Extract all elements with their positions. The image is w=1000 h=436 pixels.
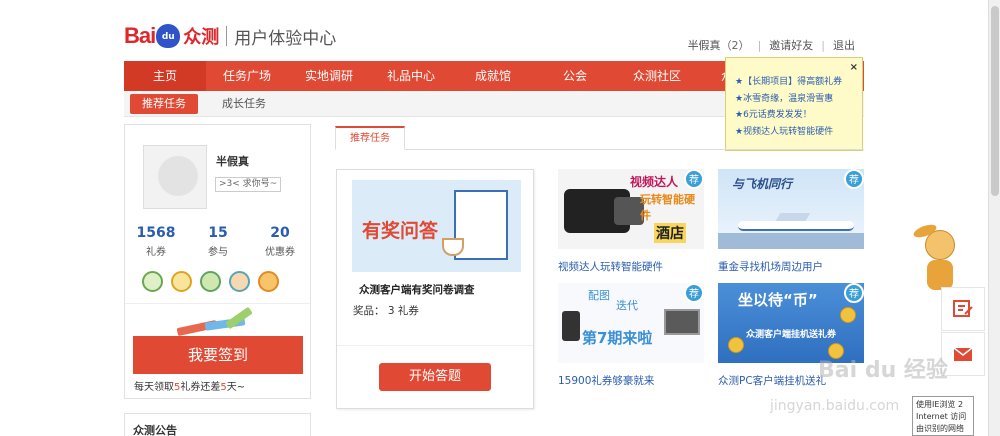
stat-coupons[interactable]: 1568 礼券 bbox=[125, 225, 187, 258]
divider: | bbox=[757, 38, 762, 52]
subnav-growth-tasks[interactable]: 成长任务 bbox=[222, 94, 266, 114]
coin-icon bbox=[840, 307, 856, 323]
stat-label: 参与 bbox=[208, 247, 228, 258]
nav-home[interactable]: 主页 bbox=[124, 61, 206, 91]
stat-label: 礼券 bbox=[146, 247, 166, 258]
logo-divider bbox=[226, 26, 228, 46]
badge-row bbox=[142, 271, 279, 292]
bottle-badge-icon[interactable] bbox=[171, 271, 192, 292]
user-name-link[interactable]: 半假真（2） bbox=[688, 37, 750, 53]
task-card[interactable]: 视频达人 玩转智能硬件 酒店 荐 视频达人玩转智能硬件 bbox=[558, 169, 704, 274]
task-card[interactable]: 配图 迭代 第7期来啦 荐 15900礼券够豪就来 bbox=[558, 283, 704, 388]
nav-achievements[interactable]: 成就馆 bbox=[452, 61, 534, 91]
task-card-image[interactable]: 视频达人 玩转智能硬件 酒店 荐 bbox=[558, 169, 704, 249]
divider bbox=[337, 345, 533, 346]
featured-task-image[interactable]: 有奖问答 bbox=[352, 180, 521, 272]
popup-link-2[interactable]: ★冰雪奇缘，温泉滑雪惠 bbox=[735, 91, 856, 108]
mail-icon bbox=[953, 346, 973, 361]
top-links: 半假真（2） | 邀请好友 | 退出 bbox=[688, 37, 855, 53]
logout-link[interactable]: 退出 bbox=[833, 37, 855, 53]
profile-name[interactable]: 半假真 bbox=[216, 153, 249, 169]
scrollbar-thumb[interactable] bbox=[991, 6, 999, 196]
sign-in-area: 我要签到 每天领取5礼券还差5天~ bbox=[125, 303, 310, 398]
bowl-badge-icon[interactable] bbox=[200, 271, 221, 292]
stat-participation[interactable]: 15 参与 bbox=[187, 225, 249, 258]
nav-gift-center[interactable]: 礼品中心 bbox=[370, 61, 452, 91]
divider: | bbox=[821, 38, 825, 52]
featured-task-prize: 奖品： 3 礼券 bbox=[353, 305, 419, 317]
baidu-paw-icon: du bbox=[156, 24, 181, 48]
invite-friends-link[interactable]: 邀请好友 bbox=[769, 37, 813, 53]
content-tabbar: 推荐任务 bbox=[335, 126, 864, 150]
city-skyline-icon bbox=[718, 233, 864, 249]
featured-task-title[interactable]: 众测客户端有奖问卷调查 bbox=[359, 282, 475, 297]
task-card-image[interactable]: 坐以待“币” 众测客户端挂机送礼券 荐 bbox=[718, 283, 864, 363]
recommended-badge-icon: 荐 bbox=[684, 169, 704, 189]
site-subtitle: 用户体验中心 bbox=[234, 28, 337, 49]
task-card-caption[interactable]: 视频达人玩转智能硬件 bbox=[558, 259, 704, 274]
stat-value: 1568 bbox=[136, 225, 176, 241]
nav-field-research[interactable]: 实地调研 bbox=[288, 61, 370, 91]
logo-zhongce-text: 众测 bbox=[183, 27, 220, 48]
coffee-cup-icon bbox=[442, 238, 464, 256]
notice-panel: 众测公告 bbox=[124, 413, 311, 436]
ie-status-tooltip: 使用IE浏览 2 Internet 访问 由识别的网络 bbox=[912, 396, 974, 436]
stat-discount-coupons[interactable]: 20 优惠券 bbox=[249, 225, 311, 258]
baidu-jingyan-watermark: Bai du 经验 bbox=[818, 358, 948, 383]
phone-icon bbox=[562, 311, 580, 341]
recommended-badge-icon: 荐 bbox=[844, 169, 864, 189]
flag-badge-icon[interactable] bbox=[142, 271, 163, 292]
baidu-zhongce-logo[interactable]: Bai du 众测 用户体验中心 bbox=[124, 20, 336, 52]
logo-bai-text: Bai bbox=[124, 23, 156, 48]
watermark-url: jingyan.baidu.com bbox=[770, 398, 900, 414]
monitor-icon bbox=[664, 309, 700, 335]
avatar[interactable] bbox=[143, 145, 207, 209]
task-card-caption[interactable]: 重金寻找机场周边用户 bbox=[718, 259, 864, 274]
nav-guild[interactable]: 公会 bbox=[534, 61, 616, 91]
popup-link-1[interactable]: ★【长期项目】得高额礼券 bbox=[735, 74, 856, 91]
recommended-badge-icon: 荐 bbox=[684, 283, 704, 303]
airplane-wing-icon bbox=[775, 213, 811, 221]
task-card-image[interactable]: 配图 迭代 第7期来啦 荐 bbox=[558, 283, 704, 363]
nav-community[interactable]: 众测社区 bbox=[616, 61, 698, 91]
start-answer-button[interactable]: 开始答题 bbox=[379, 363, 491, 391]
sign-in-tip: 每天领取5礼券还差5天~ bbox=[134, 382, 246, 393]
mascot-icon[interactable] bbox=[912, 222, 957, 292]
popup-link-3[interactable]: ★6元话费发发发！ bbox=[735, 107, 856, 124]
featured-image-text: 有奖问答 bbox=[362, 220, 439, 242]
feedback-button[interactable] bbox=[941, 287, 985, 331]
task-card[interactable]: 与飞机同行 荐 重金寻找机场周边用户 bbox=[718, 169, 864, 274]
profile-stats: 1568 礼券 15 参与 20 优惠券 bbox=[125, 225, 312, 258]
notice-title: 众测公告 bbox=[133, 424, 177, 436]
message-count[interactable]: （2） bbox=[721, 39, 750, 52]
tab-recommended-tasks[interactable]: 推荐任务 bbox=[335, 126, 405, 150]
vertical-scrollbar[interactable] bbox=[988, 0, 1000, 436]
profile-level-tag: >3< 求你号~ bbox=[215, 177, 282, 192]
edit-icon bbox=[953, 300, 973, 317]
task-card-image[interactable]: 与飞机同行 荐 bbox=[718, 169, 864, 249]
stat-label: 优惠券 bbox=[265, 247, 295, 258]
close-icon[interactable]: × bbox=[850, 60, 858, 77]
page: Bai du 众测 用户体验中心 半假真（2） | 邀请好友 | 退出 主页 任… bbox=[0, 0, 1000, 436]
avatar-placeholder-icon bbox=[158, 156, 198, 196]
face-badge-icon[interactable] bbox=[229, 271, 250, 292]
coin-icon bbox=[728, 337, 744, 353]
sign-in-button[interactable]: 我要签到 bbox=[133, 336, 303, 374]
nav-task-square[interactable]: 任务广场 bbox=[206, 61, 288, 91]
medal-badge-icon[interactable] bbox=[258, 271, 279, 292]
stat-value: 20 bbox=[270, 225, 290, 241]
featured-task-card: 有奖问答 众测客户端有奖问卷调查 奖品： 3 礼券 开始答题 bbox=[336, 169, 534, 409]
pencils-decoration-icon bbox=[175, 306, 255, 338]
airplane-icon bbox=[738, 221, 854, 231]
recommended-badge-icon: 荐 bbox=[844, 283, 864, 303]
profile-panel: 半假真 >3< 求你号~ 1568 礼券 15 参与 20 优惠券 我要签到 每… bbox=[124, 124, 311, 399]
subnav-recommended-tasks[interactable]: 推荐任务 bbox=[130, 94, 198, 114]
stat-value: 15 bbox=[208, 225, 228, 241]
task-card-caption[interactable]: 15900礼券够豪就来 bbox=[558, 373, 704, 388]
